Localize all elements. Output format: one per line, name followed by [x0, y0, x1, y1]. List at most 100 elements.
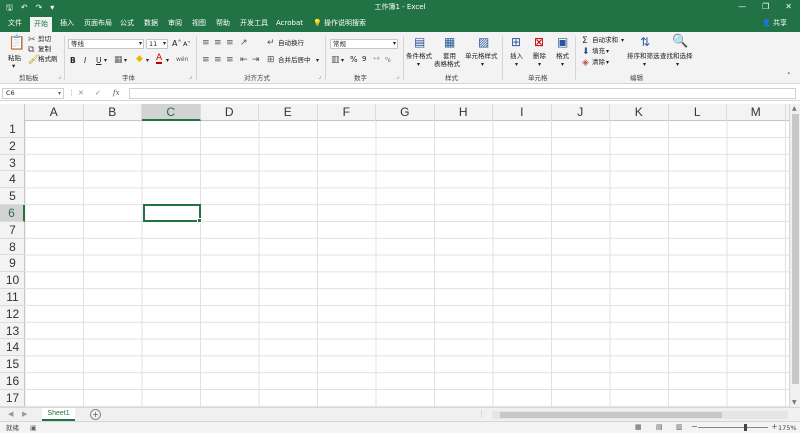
insert-dropdown-icon[interactable]: ▾	[515, 60, 518, 69]
row-header[interactable]: 6	[0, 205, 25, 222]
vertical-scrollbar[interactable]: ▲ ▼	[789, 104, 800, 407]
row-header[interactable]: 11	[0, 289, 25, 306]
row-header[interactable]: 14	[0, 339, 25, 357]
format-cells-icon[interactable]: ▣	[557, 36, 568, 48]
column-header[interactable]: H	[435, 104, 493, 121]
row-header[interactable]: 12	[0, 306, 25, 323]
italic-button[interactable]: I	[84, 56, 86, 65]
zoom-in-button[interactable]: +	[771, 422, 778, 432]
clear-button[interactable]: 清除	[592, 58, 605, 67]
format-dropdown-icon[interactable]: ▾	[561, 60, 564, 69]
align-top-icon[interactable]: ≡	[202, 38, 210, 48]
tab-insert[interactable]: 插入	[60, 18, 74, 29]
find-select-icon[interactable]: 🔍	[672, 35, 688, 48]
conditional-formatting-icon[interactable]: ▤	[414, 36, 425, 48]
comma-button[interactable]: 9	[362, 55, 366, 64]
cancel-icon[interactable]: ✕	[78, 89, 84, 98]
minimize-button[interactable]: —	[738, 1, 746, 13]
enter-icon[interactable]: ✓	[95, 89, 101, 98]
clipboard-launcher-icon[interactable]: ⌟	[58, 73, 61, 80]
tab-help[interactable]: 帮助	[216, 18, 230, 29]
share-button[interactable]: 👤 共享	[762, 18, 787, 29]
paste-icon[interactable]: 📋	[8, 36, 25, 50]
increase-indent-icon[interactable]: ⇥	[252, 55, 260, 65]
fill-color-icon[interactable]: ◆	[136, 54, 143, 64]
insert-function-icon[interactable]: fx	[113, 89, 120, 98]
zoom-level[interactable]: 175%	[778, 423, 797, 433]
row-header[interactable]: 16	[0, 373, 25, 390]
underline-dropdown-icon[interactable]: ▾	[104, 56, 107, 65]
increase-decimal-icon[interactable]: ⁺⁰	[373, 55, 380, 65]
tab-acrobat[interactable]: Acrobat	[276, 18, 303, 29]
row-header[interactable]: 5	[0, 188, 25, 205]
tell-me-search[interactable]: 💡 操作说明搜索	[313, 18, 366, 29]
cell-styles-icon[interactable]: ▨	[478, 36, 489, 48]
wrap-text-button[interactable]: 自动换行	[278, 39, 304, 48]
paste-dropdown-icon[interactable]: ▾	[12, 62, 15, 71]
name-box[interactable]: C6 ▾	[2, 88, 64, 99]
sheet-next-icon[interactable]: ▶	[22, 410, 27, 418]
wrap-text-icon[interactable]: ↵	[267, 38, 275, 48]
decrease-decimal-icon[interactable]: ⁰₀	[385, 55, 391, 65]
merge-center-button[interactable]: 合并后居中	[278, 56, 311, 65]
fill-down-icon[interactable]: ⬇	[582, 47, 590, 57]
cut-icon[interactable]: ✂	[28, 35, 36, 45]
formula-input[interactable]	[129, 88, 796, 99]
select-all-corner[interactable]	[0, 104, 25, 121]
restore-button[interactable]: ❐	[762, 1, 769, 13]
fill-dropdown-icon[interactable]: ▾	[606, 47, 609, 56]
column-header[interactable]: I	[493, 104, 552, 121]
zoom-slider-thumb[interactable]	[744, 424, 747, 431]
fill-dropdown-icon[interactable]: ▾	[146, 56, 149, 65]
align-bottom-icon[interactable]: ≡	[226, 38, 234, 48]
fill-handle[interactable]	[197, 218, 202, 223]
bold-button[interactable]: B	[70, 56, 76, 65]
format-as-table-line2[interactable]: 表格格式	[434, 60, 460, 69]
autosum-dropdown-icon[interactable]: ▾	[621, 36, 624, 45]
row-header[interactable]: 10	[0, 272, 25, 289]
decrease-indent-icon[interactable]: ⇤	[240, 55, 248, 65]
find-dropdown-icon[interactable]: ▾	[676, 60, 679, 69]
delete-cells-icon[interactable]: ⊠	[534, 36, 544, 48]
copy-button[interactable]: 复制	[38, 45, 51, 54]
align-left-icon[interactable]: ≡	[202, 55, 210, 65]
font-color-dropdown-icon[interactable]: ▾	[166, 56, 169, 65]
tab-formulas[interactable]: 公式	[120, 18, 134, 29]
tab-review[interactable]: 审阅	[168, 18, 182, 29]
row-header[interactable]: 1	[0, 121, 25, 138]
macro-record-icon[interactable]: ▣	[30, 424, 37, 432]
align-right-icon[interactable]: ≡	[226, 55, 234, 65]
scroll-down-icon[interactable]: ▼	[792, 399, 797, 406]
horizontal-scroll-thumb[interactable]	[500, 412, 722, 418]
scroll-up-icon[interactable]: ▲	[792, 105, 797, 112]
row-header[interactable]: 3	[0, 155, 25, 172]
close-button[interactable]: ✕	[785, 1, 792, 13]
normal-view-icon[interactable]: ▦	[635, 423, 642, 431]
conditional-dropdown-icon[interactable]: ▾	[417, 60, 420, 69]
accounting-dropdown-icon[interactable]: ▾	[341, 56, 344, 65]
column-header[interactable]: L	[669, 104, 727, 121]
more-options-icon[interactable]: ⋮	[68, 89, 75, 98]
row-header[interactable]: 15	[0, 356, 25, 373]
tab-page-layout[interactable]: 页面布局	[84, 18, 112, 29]
tab-data[interactable]: 数据	[144, 18, 158, 29]
collapse-ribbon-icon[interactable]: ˄	[787, 72, 791, 81]
column-header[interactable]: M	[727, 104, 786, 121]
number-format-combo[interactable]: 常规 ▾	[330, 39, 398, 49]
sort-filter-icon[interactable]: ⇅	[640, 36, 650, 48]
grow-font-button[interactable]: A˄	[172, 39, 181, 48]
column-header[interactable]: C	[142, 104, 201, 121]
font-launcher-icon[interactable]: ⌟	[189, 73, 192, 80]
zoom-slider[interactable]	[698, 427, 768, 428]
page-layout-view-icon[interactable]: ▤	[656, 423, 663, 431]
border-dropdown-icon[interactable]: ▾	[124, 56, 127, 65]
align-middle-icon[interactable]: ≡	[214, 38, 222, 48]
column-header[interactable]: D	[201, 104, 259, 121]
align-center-icon[interactable]: ≡	[214, 55, 222, 65]
tab-file[interactable]: 文件	[8, 18, 22, 29]
column-header[interactable]: K	[610, 104, 669, 121]
zoom-out-button[interactable]: −	[691, 422, 698, 432]
percent-button[interactable]: %	[350, 55, 358, 64]
sort-dropdown-icon[interactable]: ▾	[643, 60, 646, 69]
split-handle-icon[interactable]: ⋮	[478, 410, 485, 418]
